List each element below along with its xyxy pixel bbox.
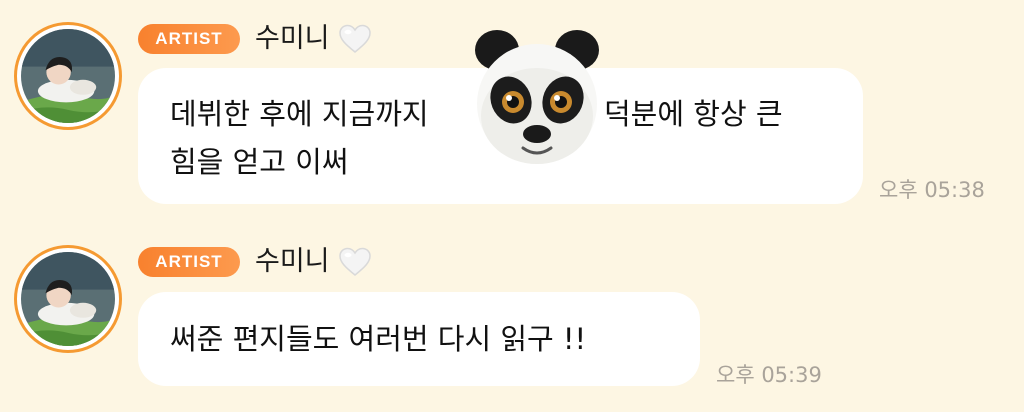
message-text-segment: 데뷔한 후에 지금까지 xyxy=(170,97,429,131)
message-text-line: 써준 편지들도 여러번 다시 읽구 !! xyxy=(170,322,587,356)
profile-photo xyxy=(21,29,115,123)
white-heart-icon xyxy=(338,23,372,55)
message-text-line: 힘을 얻고 이써 xyxy=(170,145,349,179)
white-heart-icon xyxy=(338,246,372,278)
sender-name[interactable]: 수미니 xyxy=(255,245,330,279)
message-text-line: 덕분에 항상 큰 xyxy=(604,97,783,131)
message-timestamp: 오후 05:38 xyxy=(879,178,985,202)
panda-emoji-sticker xyxy=(471,26,603,168)
message-bubble[interactable]: 써준 편지들도 여러번 다시 읽구 !! xyxy=(138,292,700,386)
artist-badge: ARTIST xyxy=(138,247,240,277)
avatar[interactable] xyxy=(14,245,122,353)
chat-message-2: ARTIST 수미니 써준 편지들도 여러번 다시 읽구 !! 오후 05:39 xyxy=(0,230,1024,412)
artist-badge: ARTIST xyxy=(138,24,240,54)
avatar[interactable] xyxy=(14,22,122,130)
message-text-line: 데뷔한 후에 지금까지 xyxy=(170,90,429,138)
profile-photo xyxy=(21,252,115,346)
sender-name[interactable]: 수미니 xyxy=(255,22,330,56)
message-timestamp: 오후 05:39 xyxy=(716,363,822,387)
